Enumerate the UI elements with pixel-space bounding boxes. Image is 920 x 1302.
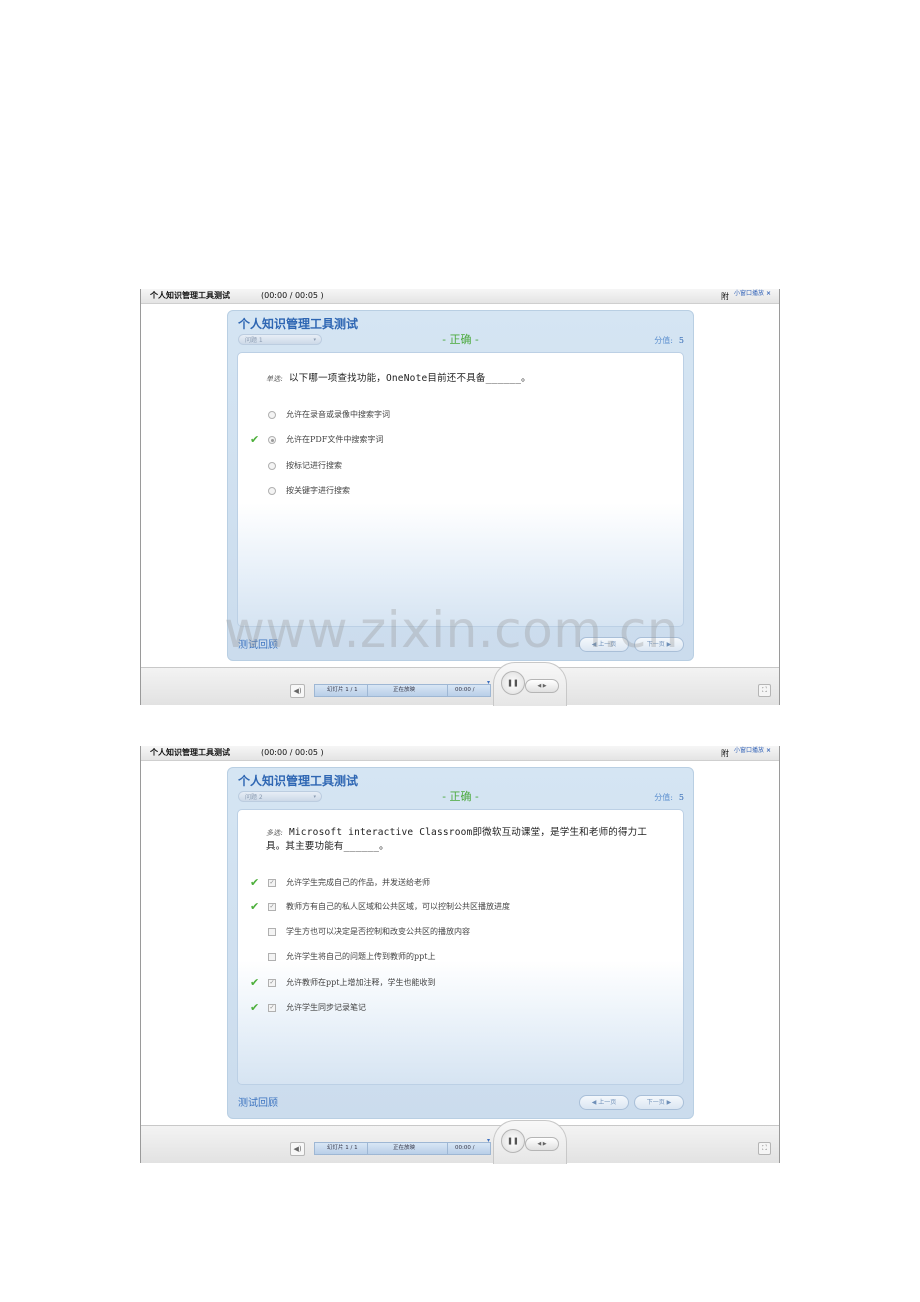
title-bar: 个人知识管理工具测试 (00:00 / 00:05 ) 附 小窗口播放 × <box>141 746 779 761</box>
question-text: 单选: 以下哪一项查找功能，OneNote目前还不具备______。 <box>266 372 665 386</box>
score-label: 分值: <box>654 336 673 345</box>
score: 分值: 5 <box>654 792 684 803</box>
volume-icon[interactable]: ◀) <box>290 1142 305 1156</box>
question-stem: 以下哪一项查找功能，OneNote目前还不具备______。 <box>288 373 531 384</box>
quiz-title: 个人知识管理工具测试 <box>238 317 359 331</box>
question-body: 多选: Microsoft interactive Classroom即微软互动课… <box>237 809 684 1085</box>
quiz-title: 个人知识管理工具测试 <box>238 774 359 788</box>
prev-page-button[interactable]: ◀ 上一页 <box>579 637 629 652</box>
play-status: 正在放映 <box>393 687 416 693</box>
answer-option-label: 按标记进行搜索 <box>286 461 342 470</box>
progress-marker-icon: ▾ <box>486 1137 490 1144</box>
pause-icon[interactable]: ❚❚ <box>501 671 525 695</box>
result-status: - 正确 - <box>442 333 479 346</box>
answer-option-label: 允许学生将自己的问题上传到教师的ppt上 <box>286 952 436 961</box>
progress-bar[interactable]: 幻灯片 1 / 1 正在放映 00:00 / ▾ <box>314 679 491 697</box>
result-status: - 正确 - <box>442 790 479 803</box>
review-link[interactable]: 测试回顾 <box>238 1094 278 1109</box>
checkbox-checked[interactable]: ✓ <box>268 903 276 911</box>
score-label: 分值: <box>654 793 673 802</box>
fullscreen-icon[interactable]: ⛶ <box>758 684 771 697</box>
playback-time: (00:00 / 00:05 ) <box>261 748 324 757</box>
answer-option-label: 学生方也可以决定是否控制和改变公共区的播放内容 <box>286 927 470 936</box>
play-status: 正在放映 <box>393 1145 416 1151</box>
answer-option-label: 教师方有自己的私人区域和公共区域，可以控制公共区播放进度 <box>286 902 510 911</box>
close-icon[interactable]: × <box>766 290 771 297</box>
mini-window-button[interactable]: 小窗口播放 × <box>734 289 771 299</box>
mini-window-label: 小窗口播放 <box>733 290 764 297</box>
slide-counter: 幻灯片 1 / 1 <box>327 687 358 693</box>
progress-marker-icon: ▾ <box>486 679 490 686</box>
prev-page-button[interactable]: ◀ 上一页 <box>579 1095 629 1110</box>
score-value: 5 <box>678 336 684 345</box>
checkbox[interactable] <box>268 953 276 961</box>
answer-option-label: 允许在PDF文件中搜索字词 <box>286 435 384 444</box>
checkbox-checked[interactable]: ✓ <box>268 979 276 987</box>
volume-icon[interactable]: ◀) <box>290 684 305 698</box>
quiz-player-1: 个人知识管理工具测试 (00:00 / 00:05 ) 附 小窗口播放 × 个人知… <box>140 289 780 706</box>
next-page-button[interactable]: 下一页 ▶ <box>634 637 684 652</box>
attachment-button[interactable]: 附 <box>721 290 729 304</box>
playback-time: (00:00 / 00:05 ) <box>261 291 324 300</box>
review-link[interactable]: 测试回顾 <box>238 636 278 651</box>
checkbox[interactable] <box>268 928 276 936</box>
score-value: 5 <box>678 793 684 802</box>
checkbox-checked[interactable]: ✓ <box>268 1004 276 1012</box>
seek-buttons[interactable]: ◀ ▶ <box>525 1137 559 1151</box>
question-type: 多选: <box>266 829 283 837</box>
radio-button-selected[interactable] <box>268 436 276 444</box>
pause-icon[interactable]: ❚❚ <box>501 1129 525 1153</box>
checkbox-checked[interactable]: ✓ <box>268 879 276 887</box>
radio-button[interactable] <box>268 411 276 419</box>
answer-option-label: 按关键字进行搜索 <box>286 486 350 495</box>
control-time: 00:00 / <box>455 687 475 693</box>
answer-option-label: 允许在录音或录像中搜索字词 <box>286 410 390 419</box>
attachment-button[interactable]: 附 <box>721 747 729 761</box>
answer-option-label: 允许学生完成自己的作品，并发送给老师 <box>286 878 430 887</box>
checkmark-icon: ✔ <box>250 876 260 889</box>
seek-buttons[interactable]: ◀ ▶ <box>525 679 559 693</box>
slide-counter: 幻灯片 1 / 1 <box>327 1145 358 1151</box>
fullscreen-icon[interactable]: ⛶ <box>758 1142 771 1155</box>
answer-option-label: 允许学生同步记录笔记 <box>286 1003 366 1012</box>
checkmark-icon: ✔ <box>250 976 260 989</box>
quiz-player-2: 个人知识管理工具测试 (00:00 / 00:05 ) 附 小窗口播放 × 个人知… <box>140 746 780 1164</box>
question-type: 单选: <box>266 375 283 383</box>
answer-option-label: 允许教师在ppt上增加注释，学生也能收到 <box>286 978 436 987</box>
mini-window-button[interactable]: 小窗口播放 × <box>734 746 771 756</box>
quiz-panel: 个人知识管理工具测试 问题 2 ▾ - 正确 - 分值: 5 多选: Microsof… <box>227 767 694 1119</box>
next-page-button[interactable]: 下一页 ▶ <box>634 1095 684 1110</box>
score: 分值: 5 <box>654 335 684 346</box>
progress-bar[interactable]: 幻灯片 1 / 1 正在放映 00:00 / ▾ <box>314 1137 491 1155</box>
window-title: 个人知识管理工具测试 <box>150 291 230 300</box>
control-bar: ◀) 幻灯片 1 / 1 正在放映 00:00 / ▾ ❚❚ ◀ ▶ ⛶ <box>141 662 779 706</box>
title-bar: 个人知识管理工具测试 (00:00 / 00:05 ) 附 小窗口播放 × <box>141 289 779 304</box>
checkmark-icon: ✔ <box>250 1001 260 1014</box>
checkmark-icon: ✔ <box>250 900 260 913</box>
question-stem: Microsoft interactive Classroom即微软互动课堂，是… <box>266 827 648 852</box>
quiz-panel: 个人知识管理工具测试 问题 1 ▾ - 正确 - 分值: 5 单选: 以下哪一项查找功… <box>227 310 694 661</box>
control-time: 00:00 / <box>455 1145 475 1151</box>
mini-window-label: 小窗口播放 <box>733 747 764 754</box>
radio-button[interactable] <box>268 462 276 470</box>
close-icon[interactable]: × <box>766 747 771 754</box>
question-text: 多选: Microsoft interactive Classroom即微软互动课… <box>266 826 665 853</box>
window-title: 个人知识管理工具测试 <box>150 748 230 757</box>
control-bar: ◀) 幻灯片 1 / 1 正在放映 00:00 / ▾ ❚❚ ◀ ▶ ⛶ <box>141 1120 779 1164</box>
checkmark-icon: ✔ <box>250 433 260 446</box>
question-body: 单选: 以下哪一项查找功能，OneNote目前还不具备______。 允许在录音或… <box>237 352 684 627</box>
radio-button[interactable] <box>268 487 276 495</box>
